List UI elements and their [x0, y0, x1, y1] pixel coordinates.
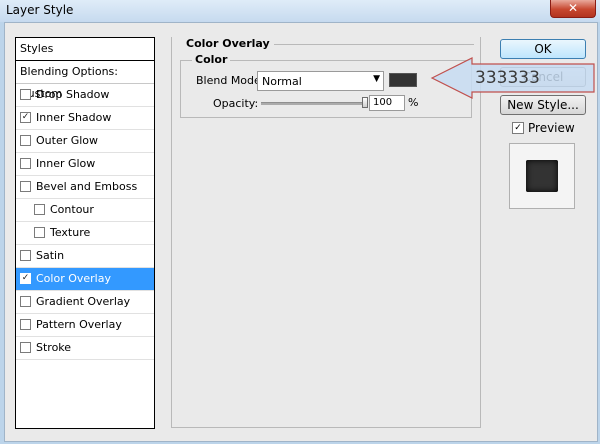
- title-bar: Layer Style ✕: [0, 0, 600, 22]
- style-item-label: Outer Glow: [36, 134, 99, 147]
- style-item-drop-shadow[interactable]: Drop Shadow: [16, 84, 154, 107]
- styles-header[interactable]: Styles: [16, 38, 154, 61]
- style-checkbox[interactable]: [20, 134, 31, 146]
- style-checkbox[interactable]: [20, 180, 31, 192]
- style-item-label: Gradient Overlay: [36, 295, 131, 308]
- style-item-label: Pattern Overlay: [36, 318, 122, 331]
- style-item-inner-shadow[interactable]: ✓ Inner Shadow: [16, 107, 154, 130]
- preview-checkbox[interactable]: ✓: [512, 121, 524, 134]
- style-item-satin[interactable]: Satin: [16, 245, 154, 268]
- style-item-bevel-and-emboss[interactable]: Bevel and Emboss: [16, 176, 154, 199]
- style-checkbox[interactable]: [20, 318, 31, 330]
- style-item-label: Texture: [50, 226, 91, 239]
- blend-mode-label: Blend Mode:: [196, 74, 265, 87]
- style-item-inner-glow[interactable]: Inner Glow: [16, 153, 154, 176]
- style-checkbox[interactable]: [34, 226, 45, 238]
- style-item-color-overlay[interactable]: ✓ Color Overlay: [16, 268, 154, 291]
- blend-mode-value: Normal: [262, 75, 302, 88]
- section-divider: [252, 44, 474, 45]
- style-item-label: Inner Glow: [36, 157, 96, 170]
- style-checkbox[interactable]: [20, 157, 31, 169]
- close-button[interactable]: ✕: [550, 0, 596, 18]
- style-checkbox[interactable]: [20, 295, 31, 307]
- style-item-label: Color Overlay: [36, 272, 111, 285]
- ok-button[interactable]: OK: [500, 39, 586, 59]
- new-style-button[interactable]: New Style...: [500, 95, 586, 115]
- style-item-label: Drop Shadow: [36, 88, 110, 101]
- style-item-label: Stroke: [36, 341, 72, 354]
- style-checkbox[interactable]: [20, 249, 31, 261]
- blend-mode-select[interactable]: Normal ▼: [257, 71, 384, 91]
- preview-box: [509, 143, 575, 209]
- blending-options-item[interactable]: Blending Options: Custom: [16, 61, 154, 100]
- opacity-label: Opacity:: [213, 97, 259, 110]
- window-title: Layer Style: [6, 3, 74, 17]
- style-item-label: Bevel and Emboss: [36, 180, 138, 193]
- style-checkbox[interactable]: ✓: [20, 111, 31, 123]
- style-item-outer-glow[interactable]: Outer Glow: [16, 130, 154, 153]
- style-item-pattern-overlay[interactable]: Pattern Overlay: [16, 314, 154, 337]
- style-item-label: Inner Shadow: [36, 111, 112, 124]
- opacity-unit: %: [408, 96, 419, 109]
- preview-label: Preview: [528, 121, 575, 135]
- style-checkbox[interactable]: [20, 341, 31, 353]
- chevron-down-icon: ▼: [373, 74, 380, 84]
- callout-text: 333333: [475, 68, 540, 88]
- style-item-label: Satin: [36, 249, 65, 262]
- style-item-gradient-overlay[interactable]: Gradient Overlay: [16, 291, 154, 314]
- style-items: Drop Shadow ✓ Inner Shadow Outer Glow Inner …: [16, 84, 154, 360]
- preview-thumbnail: [526, 160, 558, 192]
- opacity-slider[interactable]: [261, 97, 368, 108]
- close-icon: ✕: [567, 1, 579, 15]
- color-group-title: Color: [192, 53, 231, 66]
- preview-toggle[interactable]: ✓ Preview: [512, 121, 575, 135]
- style-checkbox[interactable]: [20, 88, 31, 100]
- opacity-input[interactable]: 100: [369, 95, 405, 111]
- style-item-label: Contour: [50, 203, 94, 216]
- section-title: Color Overlay: [184, 37, 274, 50]
- color-swatch[interactable]: [389, 73, 417, 87]
- style-item-stroke[interactable]: Stroke: [16, 337, 154, 360]
- opacity-slider-thumb[interactable]: [362, 97, 368, 108]
- style-item-contour[interactable]: Contour: [16, 199, 154, 222]
- style-item-texture[interactable]: Texture: [16, 222, 154, 245]
- style-checkbox[interactable]: ✓: [20, 272, 31, 284]
- styles-list: Styles Blending Options: Custom Drop Sha…: [15, 37, 155, 429]
- style-checkbox[interactable]: [34, 203, 45, 215]
